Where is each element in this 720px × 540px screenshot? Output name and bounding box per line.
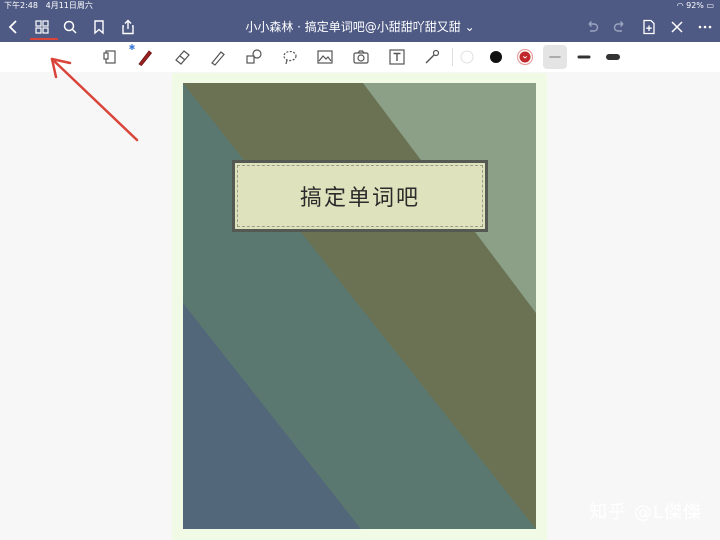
tool-eraser[interactable]	[172, 46, 194, 68]
thick-stroke-icon	[606, 54, 620, 60]
undo-button[interactable]	[580, 15, 604, 39]
stroke-thick[interactable]	[602, 46, 624, 68]
thumbnails-button[interactable]	[30, 15, 54, 39]
image-icon	[317, 50, 333, 64]
bookmark-icon	[94, 20, 104, 35]
eraser-icon	[175, 50, 190, 65]
back-chevron-icon	[8, 20, 17, 34]
thumbnails-indicator	[30, 38, 58, 40]
more-button[interactable]	[693, 15, 717, 39]
undo-icon	[588, 21, 599, 32]
more-icon	[698, 25, 712, 29]
cover-title-box: 搞定单词吧	[232, 160, 488, 232]
add-page-button[interactable]	[637, 15, 661, 39]
redo-button[interactable]	[608, 15, 632, 39]
camera-icon	[353, 50, 369, 64]
stroke-medium[interactable]	[573, 46, 595, 68]
close-button[interactable]	[665, 15, 689, 39]
toolbar-divider	[452, 48, 453, 66]
close-icon	[671, 21, 683, 33]
tool-text[interactable]	[386, 46, 408, 68]
back-button[interactable]	[2, 15, 26, 39]
grid-icon	[35, 20, 49, 34]
tool-camera[interactable]	[350, 46, 372, 68]
document-title-menu[interactable]: 小小森林 · 搞定单词吧@小甜甜吖甜又甜 ⌄	[200, 12, 520, 42]
medium-stroke-icon	[577, 55, 591, 59]
nav-bar: 小小森林 · 搞定单词吧@小甜甜吖甜又甜 ⌄	[0, 12, 720, 42]
page-corner	[172, 73, 178, 79]
cover-title: 搞定单词吧	[299, 186, 420, 211]
add-page-icon	[643, 19, 655, 35]
share-button[interactable]	[116, 15, 140, 39]
black-swatch-icon	[490, 51, 502, 63]
text-box-icon	[389, 49, 405, 65]
white-swatch-icon	[460, 50, 474, 64]
tool-lasso[interactable]	[279, 46, 301, 68]
redo-icon	[613, 21, 624, 32]
status-bar: 下午2:48 4月11日周六 ◠ 92% ▭	[0, 0, 720, 12]
shapes-icon	[246, 49, 262, 64]
search-button[interactable]	[58, 15, 82, 39]
search-icon	[63, 20, 77, 34]
battery-percent: 92%	[686, 1, 704, 10]
chevron-down-icon: ⌄	[464, 20, 475, 34]
highlighter-icon	[211, 51, 225, 66]
color-swatch-black[interactable]	[485, 46, 507, 68]
cover-illustration	[183, 83, 536, 529]
wifi-icon: ◠	[676, 1, 684, 10]
share-icon	[122, 19, 134, 35]
thin-stroke-icon	[549, 56, 561, 58]
annotation-arrow	[50, 57, 139, 142]
laser-pointer-icon	[425, 49, 440, 64]
tool-laser[interactable]	[421, 46, 443, 68]
battery-icon: ▭	[706, 1, 714, 10]
status-right: ◠ 92% ▭	[677, 0, 714, 12]
tool-highlighter[interactable]	[207, 46, 229, 68]
lasso-icon	[283, 50, 297, 65]
document-title: 小小森林 · 搞定单词吧@小甜甜吖甜又甜	[245, 20, 461, 34]
tool-shapes[interactable]	[243, 46, 265, 68]
color-swatch-white[interactable]	[456, 46, 478, 68]
notebook-page[interactable]	[172, 73, 547, 540]
status-time-date: 下午2:48 4月11日周六	[4, 0, 93, 12]
stroke-thin[interactable]	[543, 45, 567, 69]
bookmark-button[interactable]	[87, 15, 111, 39]
watermark: 知乎 @L傑傑	[589, 502, 702, 523]
color-swatch-red[interactable]	[514, 46, 536, 68]
status-time: 下午2:48	[4, 1, 38, 10]
status-date: 4月11日周六	[45, 1, 93, 10]
tool-image[interactable]	[314, 46, 336, 68]
red-swatch-selected-icon	[516, 48, 534, 66]
